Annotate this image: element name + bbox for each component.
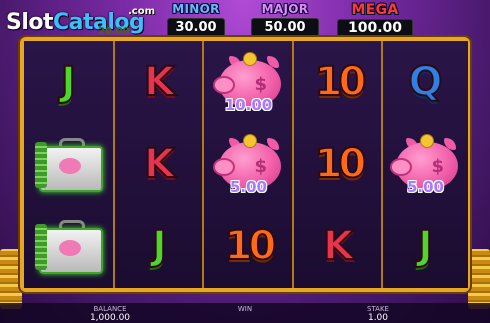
jackpot-major-label: MAJOR <box>261 2 309 16</box>
stake-label: STAKE <box>367 305 389 313</box>
bottom-bar: BALANCE 1,000.00 WIN STAKE 1.00 <box>0 303 490 323</box>
pig-face-icon <box>58 240 81 256</box>
jackpot-major: MAJOR 50.00 <box>251 3 319 37</box>
symbol-cell: J <box>383 205 468 287</box>
symbol-cell: $5.00 <box>383 123 468 205</box>
symbol-cell: K <box>294 205 383 287</box>
symbol-j: J <box>60 58 77 106</box>
cash-stack-icon <box>34 224 47 270</box>
symbol-cell: K <box>115 41 204 123</box>
dollar-sign-icon: $ <box>254 156 268 177</box>
pig-snout <box>212 76 235 94</box>
jackpot-mega: MEGA 100.00 <box>337 3 413 38</box>
logo-com: .com <box>128 6 156 17</box>
jackpot-minor-label: MINOR <box>172 2 220 16</box>
symbol-cell: Q <box>383 41 468 123</box>
pig-value: 10.00 <box>224 96 273 114</box>
pig-face-icon <box>58 158 81 174</box>
logo-sub-value: 20.00 <box>98 26 130 37</box>
coin-stack-right <box>468 249 490 309</box>
piggy-bank-icon: $10.00 <box>211 52 287 114</box>
symbol-cell <box>24 205 113 287</box>
coin-stack-left <box>0 249 22 309</box>
symbol-cell: $10.00 <box>204 41 293 123</box>
symbol-ten: 10 <box>314 58 368 106</box>
balance-value: 1,000.00 <box>89 313 131 323</box>
reel-4: 10 10 K <box>292 41 383 288</box>
symbol-q: Q <box>407 58 443 106</box>
balance-label: BALANCE <box>93 305 127 313</box>
balance-display: BALANCE 1,000.00 <box>70 305 150 323</box>
symbol-k: K <box>143 58 176 106</box>
symbol-cell <box>24 123 113 205</box>
pig-value: 5.00 <box>406 178 444 196</box>
coin-icon <box>242 134 257 148</box>
symbol-cell: 10 <box>294 41 383 123</box>
reel-2: KKJ <box>113 41 204 288</box>
jackpot-mega-value: 100.00 <box>337 19 413 38</box>
dollar-sign-icon: $ <box>254 74 268 95</box>
cash-stack-icon <box>34 142 47 188</box>
reel-5: Q $5.00 J <box>381 41 468 288</box>
symbol-ten: 10 <box>224 222 278 270</box>
symbol-cell: J <box>115 205 204 287</box>
reel-frame: J K K J $10.00 $5.00 10 10 10 K Q $5.00 J <box>20 37 470 292</box>
symbol-cell: K <box>115 123 204 205</box>
symbol-cell: 10 <box>204 205 293 287</box>
jackpot-mega-label: MEGA <box>351 2 399 18</box>
jackpot-major-value: 50.00 <box>251 18 319 37</box>
pig-value: 5.00 <box>229 178 267 196</box>
cash-briefcase-icon <box>34 136 103 192</box>
reel-1: J <box>24 41 113 288</box>
symbol-cell: 10 <box>294 123 383 205</box>
cash-briefcase-icon <box>34 218 103 274</box>
logo-slot: Slot <box>6 10 54 35</box>
stake-display[interactable]: STAKE 1.00 <box>338 305 418 323</box>
coin-icon <box>419 134 434 148</box>
win-label: WIN <box>237 305 253 313</box>
symbol-ten: 10 <box>314 140 368 188</box>
symbol-j: J <box>151 222 168 270</box>
win-display: WIN <box>205 305 285 313</box>
coin-icon <box>242 52 257 66</box>
symbol-k: K <box>143 140 176 188</box>
symbol-cell: J <box>24 41 113 123</box>
pig-snout <box>212 158 235 176</box>
piggy-bank-icon: $5.00 <box>388 134 464 196</box>
stake-value: 1.00 <box>367 313 389 323</box>
site-logo: SlotCatalog .com 20.00 <box>6 6 156 37</box>
symbol-j: J <box>417 222 434 270</box>
jackpot-minor: MINOR 30.00 <box>167 3 225 37</box>
reel-3: $10.00 $5.00 10 <box>202 41 293 288</box>
symbol-cell: $5.00 <box>204 123 293 205</box>
piggy-bank-icon: $5.00 <box>211 134 287 196</box>
jackpot-minor-value: 30.00 <box>167 18 225 37</box>
dollar-sign-icon: $ <box>431 156 445 177</box>
symbol-k: K <box>322 222 355 270</box>
pig-snout <box>389 158 412 176</box>
